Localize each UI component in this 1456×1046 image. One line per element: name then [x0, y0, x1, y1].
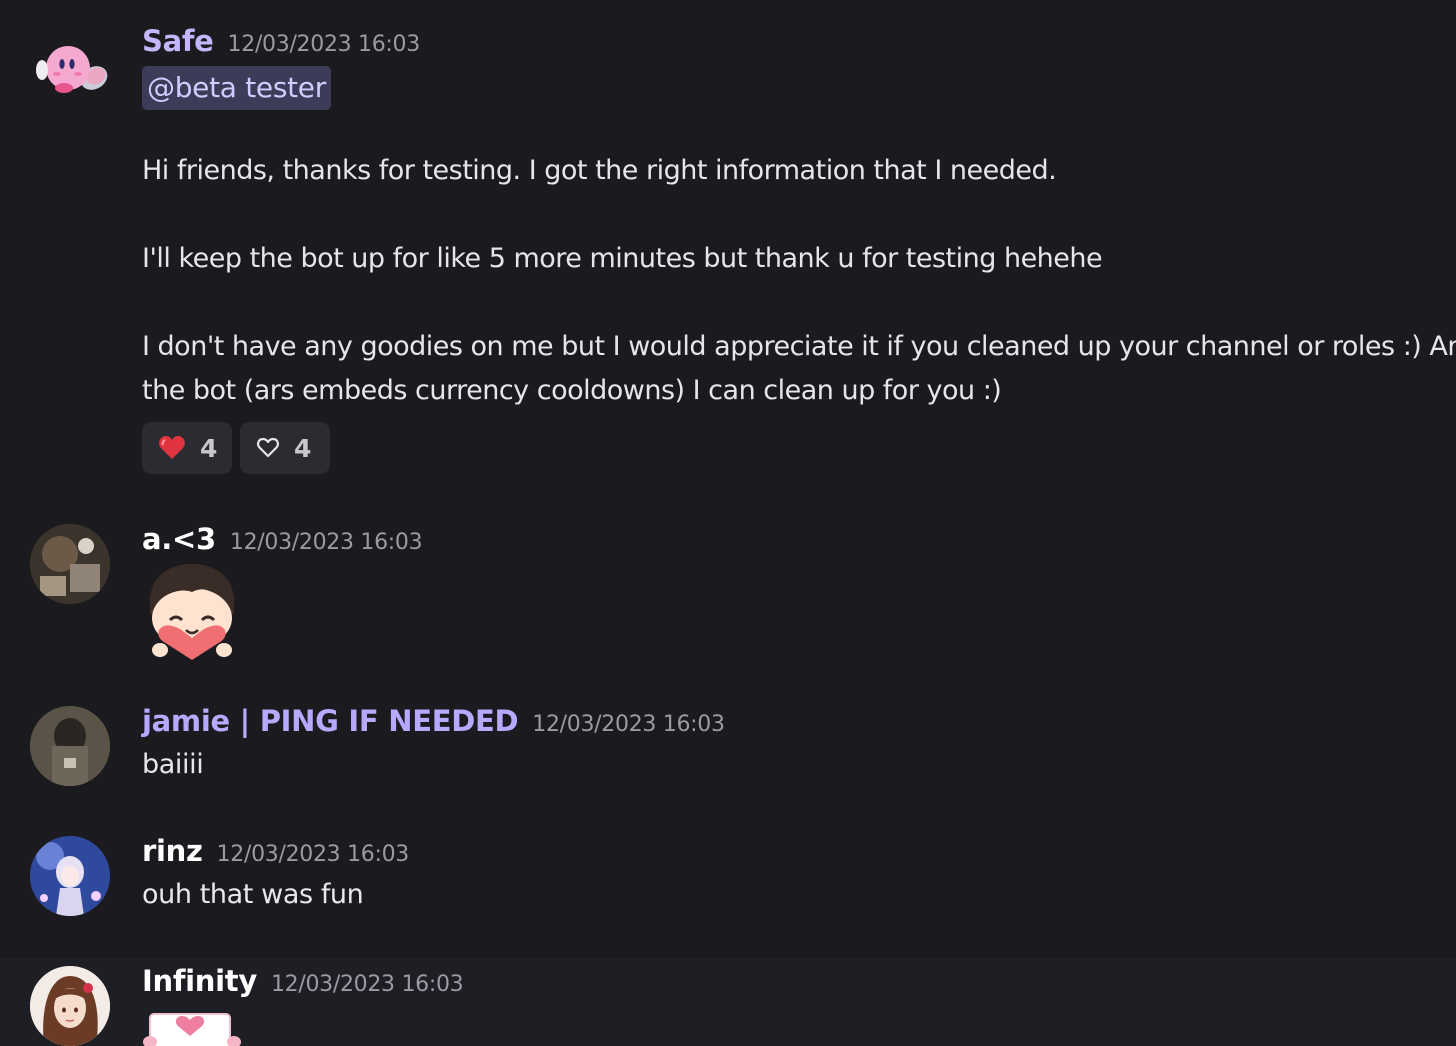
message-a-heart: a.<3 12/03/2023 16:03: [0, 500, 1456, 680]
message-header: jamie | PING IF NEEDED 12/03/2023 16:03: [142, 704, 725, 738]
timestamp: 12/03/2023 16:03: [270, 972, 464, 997]
outline-heart-icon: [257, 437, 279, 458]
message-header: Safe 12/03/2023 16:03: [142, 24, 420, 58]
chat-message-list: Safe 12/03/2023 16:03 @beta tester Hi fri…: [0, 0, 1456, 1046]
avatar-photo-icon: [30, 706, 110, 786]
message-safe: Safe 12/03/2023 16:03 @beta tester Hi fri…: [0, 0, 1456, 500]
timestamp: 12/03/2023 16:03: [229, 530, 423, 555]
timestamp: 12/03/2023 16:03: [227, 32, 421, 57]
avatar[interactable]: [30, 26, 110, 106]
red-heart-icon: [159, 436, 185, 459]
username[interactable]: jamie | PING IF NEEDED: [142, 704, 519, 738]
chibi-heart-sticker[interactable]: [142, 562, 242, 664]
message-text: baiiii: [142, 749, 204, 780]
message-header: Infinity 12/03/2023 16:03: [142, 964, 464, 998]
message-header: rinz 12/03/2023 16:03: [142, 834, 409, 868]
timestamp: 12/03/2023 16:03: [216, 842, 410, 867]
username[interactable]: Safe: [142, 24, 214, 58]
message-text: ouh that was fun: [142, 879, 364, 910]
username[interactable]: rinz: [142, 834, 203, 868]
message-line: I'll keep the bot up for like 5 more min…: [142, 243, 1103, 274]
avatar-photo-icon: [30, 524, 110, 604]
kirby-avatar-icon: [36, 46, 108, 93]
avatar[interactable]: [30, 524, 110, 604]
timestamp: 12/03/2023 16:03: [532, 712, 725, 737]
avatar-anime-icon: [30, 836, 110, 916]
role-mention[interactable]: @beta tester: [142, 66, 331, 110]
message-line: the bot (ars embeds currency cooldowns) …: [142, 375, 1002, 406]
avatar[interactable]: [30, 706, 110, 786]
message-infinity: Infinity 12/03/2023 16:03: [0, 958, 1456, 1046]
reaction-red-heart[interactable]: 4: [142, 422, 232, 474]
message-line: Hi friends, thanks for testing. I got th…: [142, 155, 1057, 186]
avatar-portrait-icon: [30, 966, 110, 1046]
username[interactable]: Infinity: [142, 964, 257, 998]
love-letter-sticker[interactable]: [142, 1008, 242, 1046]
message-header: a.<3 12/03/2023 16:03: [142, 522, 423, 556]
reaction-count: 4: [200, 433, 218, 463]
avatar[interactable]: [30, 966, 110, 1046]
chibi-heart-sticker-icon: [150, 564, 234, 660]
message-line: I don't have any goodies on me but I wou…: [142, 331, 1456, 362]
reaction-count: 4: [294, 433, 312, 463]
username[interactable]: a.<3: [142, 522, 216, 556]
avatar[interactable]: [30, 836, 110, 916]
message-rinz: rinz 12/03/2023 16:03 ouh that was fun: [0, 815, 1456, 958]
love-letter-sticker-icon: [143, 1013, 241, 1046]
message-jamie: jamie | PING IF NEEDED 12/03/2023 16:03 b…: [0, 680, 1456, 815]
reaction-outline-heart[interactable]: 4: [240, 422, 330, 474]
